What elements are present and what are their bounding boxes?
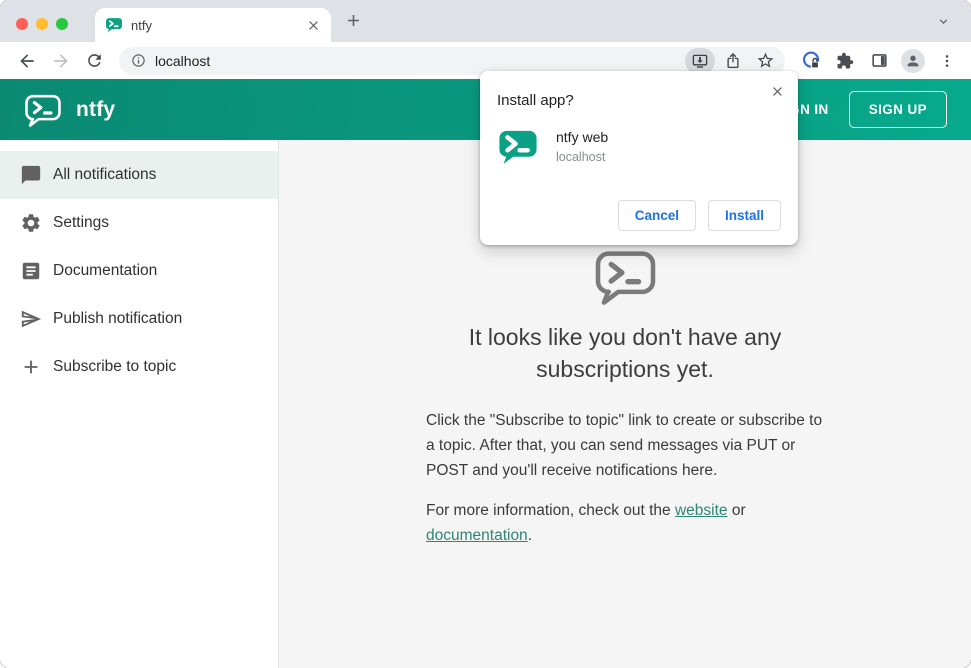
documentation-link[interactable]: documentation: [426, 527, 528, 544]
ntfy-app-icon: [499, 130, 537, 164]
sidebar-item-publish-notification[interactable]: Publish notification: [0, 295, 278, 343]
sidebar-item-settings[interactable]: Settings: [0, 199, 278, 247]
traffic-zoom-icon[interactable]: [56, 18, 68, 30]
sidebar-item-all-notifications[interactable]: All notifications: [0, 151, 278, 199]
ntfy-favicon: [106, 18, 122, 33]
send-icon: [20, 308, 42, 330]
dialog-app-origin: localhost: [556, 150, 606, 164]
sidebar-item-subscribe-to-topic[interactable]: Subscribe to topic: [0, 343, 278, 391]
sidebar-item-label: Publish notification: [53, 310, 183, 327]
gear-icon: [20, 212, 42, 234]
tab-close-icon[interactable]: [306, 18, 321, 33]
tab-title: ntfy: [131, 17, 152, 33]
sidebar: All notifications Settings Documentation…: [0, 140, 279, 668]
links-text-prefix: For more information, check out the: [426, 501, 675, 519]
cancel-button[interactable]: Cancel: [617, 200, 696, 231]
password-manager-icon[interactable]: [797, 47, 825, 75]
menu-dots-icon[interactable]: [933, 47, 961, 75]
sidebar-item-label: All notifications: [53, 166, 157, 183]
avatar: [901, 48, 925, 73]
ntfy-empty-logo-icon: [595, 251, 655, 305]
forward-icon[interactable]: [51, 51, 71, 71]
dialog-actions: Cancel Install: [617, 200, 781, 231]
plus-icon: [20, 356, 42, 378]
article-icon: [20, 260, 42, 282]
install-app-dialog: Install app? ntfy web localhost Cancel I…: [480, 71, 798, 245]
brand-name: ntfy: [76, 97, 116, 121]
info-icon[interactable]: [131, 53, 146, 68]
close-icon[interactable]: [770, 84, 785, 99]
side-panel-icon[interactable]: [865, 47, 893, 75]
bookmark-star-icon[interactable]: [751, 48, 779, 74]
empty-state-links-paragraph: For more information, check out the webs…: [426, 499, 824, 549]
chat-bubble-icon: [20, 164, 42, 186]
reload-icon[interactable]: [85, 51, 104, 70]
browser-tab[interactable]: ntfy: [95, 8, 331, 42]
sign-up-button[interactable]: SIGN UP: [848, 91, 947, 128]
links-text-middle: or: [727, 501, 746, 519]
dialog-app-name: ntfy web: [556, 129, 609, 145]
sidebar-item-documentation[interactable]: Documentation: [0, 247, 278, 295]
tab-strip: ntfy: [0, 0, 971, 42]
sidebar-item-label: Settings: [53, 214, 110, 231]
empty-state-paragraph: Click the "Subscribe to topic" link to c…: [426, 412, 823, 480]
share-icon[interactable]: [719, 48, 747, 74]
website-link[interactable]: website: [675, 502, 728, 519]
back-icon[interactable]: [17, 51, 37, 71]
empty-state-heading: It looks like you don't have any subscri…: [468, 324, 782, 382]
traffic-lights: [16, 18, 68, 30]
url-text[interactable]: localhost: [155, 53, 685, 69]
ntfy-logo-icon: [25, 94, 61, 127]
dialog-app-meta: ntfy web localhost: [556, 126, 608, 168]
new-tab-icon[interactable]: [344, 11, 363, 30]
dialog-title: Install app?: [497, 92, 574, 109]
browser-window: ntfy localhost ntfy SIGN IN SIGN UP All …: [0, 0, 971, 668]
links-text-suffix: .: [527, 526, 532, 544]
install-app-icon[interactable]: [685, 47, 715, 74]
dialog-app-row: ntfy web localhost: [497, 126, 781, 168]
tab-list-chevron-icon[interactable]: [936, 14, 951, 29]
traffic-close-icon[interactable]: [16, 18, 28, 30]
install-button[interactable]: Install: [707, 200, 781, 231]
sidebar-item-label: Subscribe to topic: [53, 358, 177, 375]
sidebar-item-label: Documentation: [53, 262, 158, 279]
extensions-puzzle-icon[interactable]: [831, 47, 859, 75]
profile-avatar-icon[interactable]: [899, 47, 927, 75]
traffic-minimize-icon[interactable]: [36, 18, 48, 30]
toolbar-extensions-area: [797, 47, 961, 75]
